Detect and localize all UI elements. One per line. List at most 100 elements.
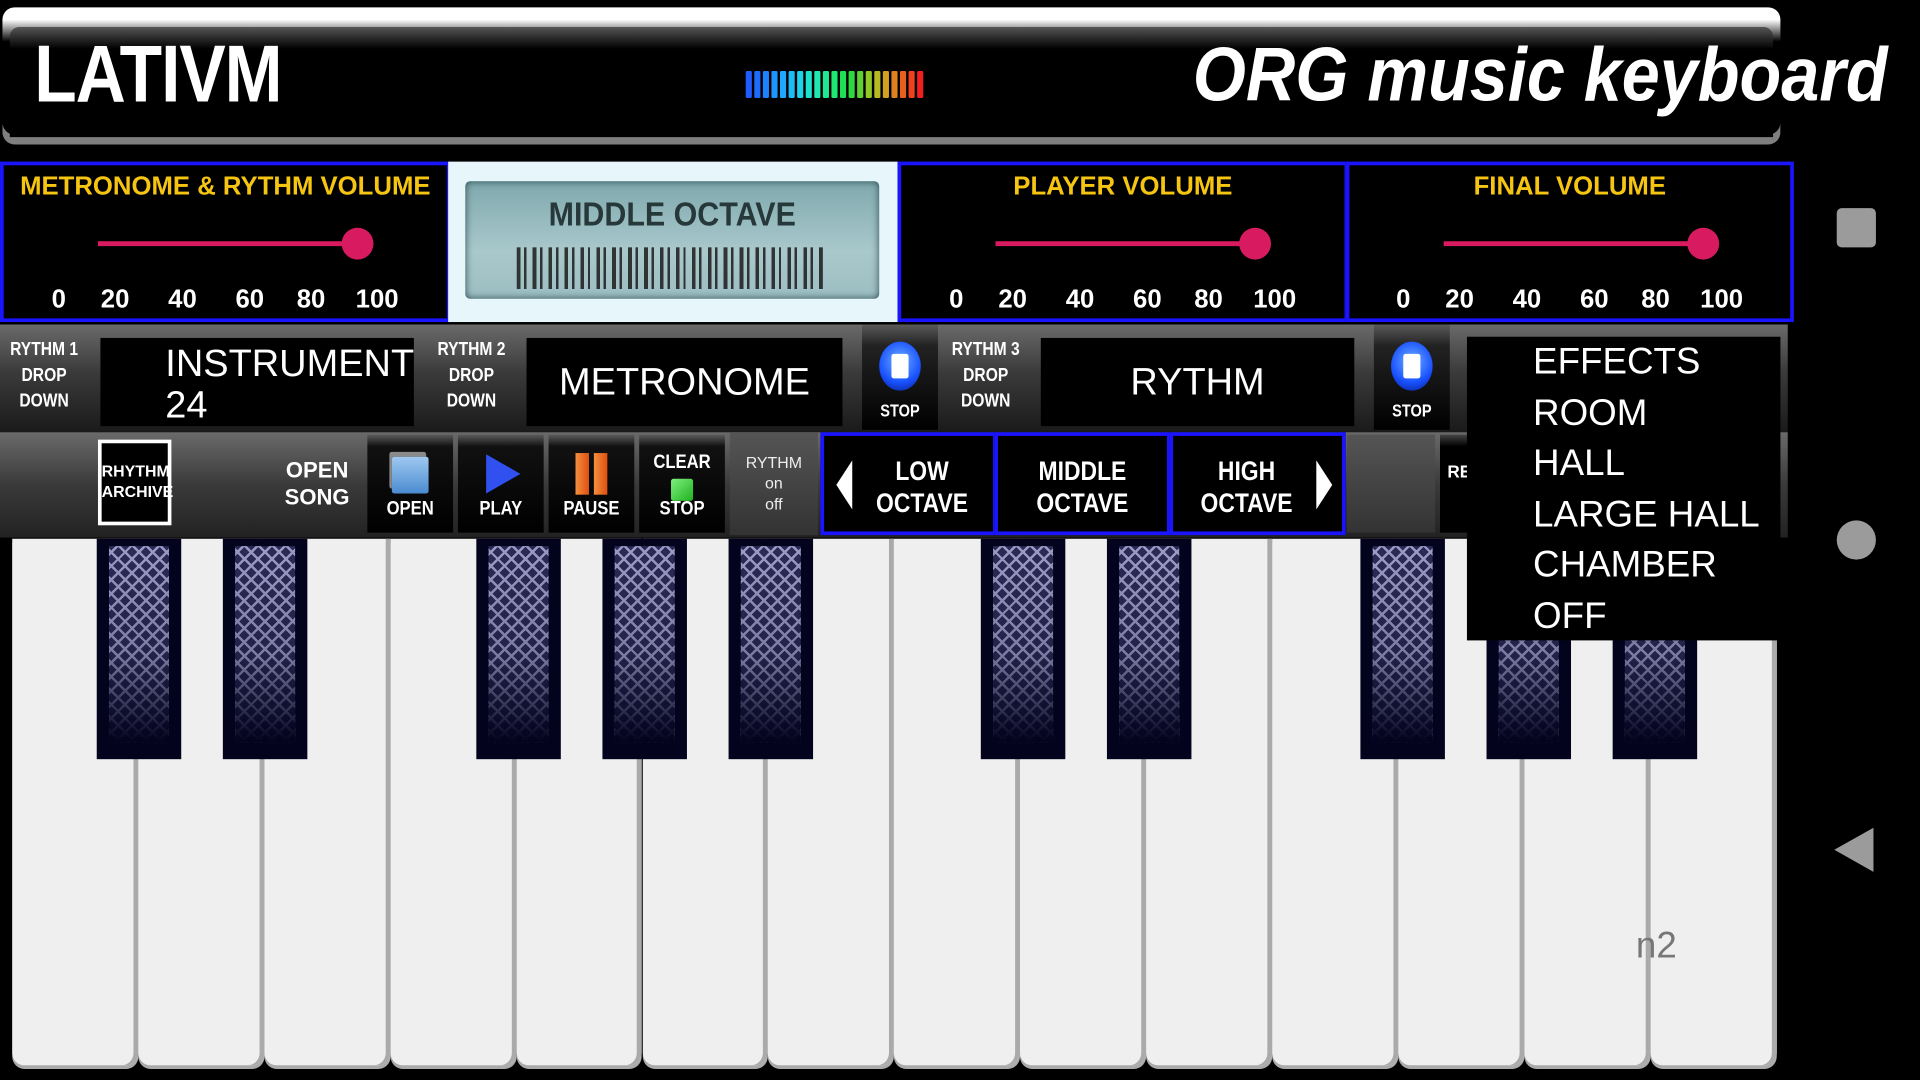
effects-menu-item-chamber[interactable]: CHAMBER xyxy=(1467,540,1780,591)
effects-dropdown-menu: EFFECTS ROOM HALL LARGE HALL CHAMBER OFF xyxy=(1466,336,1781,642)
vu-bar xyxy=(814,71,821,98)
black-key[interactable] xyxy=(96,538,182,760)
volume-tick-label: 60 xyxy=(1133,285,1162,314)
volume-tick-label: 0 xyxy=(51,285,66,314)
metronome-volume-slider[interactable] xyxy=(97,227,374,260)
vu-bar xyxy=(822,71,829,98)
volume-tick-label: 40 xyxy=(168,285,197,314)
play-button[interactable]: PLAY xyxy=(457,434,544,533)
metronome-rythm-volume-panel: METRONOME & RYTHM VOLUME 0 20 40 60 80 100 xyxy=(0,161,451,323)
label-line: DROP xyxy=(448,364,494,386)
label-line: ARCHIVE xyxy=(101,482,174,501)
black-key[interactable] xyxy=(1106,538,1192,760)
label-line: DOWN xyxy=(19,390,69,412)
label-line: MIDDLE xyxy=(1038,455,1127,487)
effects-menu-item-hall[interactable]: HALL xyxy=(1467,439,1780,490)
label-line: RYTHM 3 xyxy=(951,339,1020,361)
stop-label: STOP xyxy=(659,498,705,520)
high-octave-button[interactable]: HIGH OCTAVE xyxy=(1169,432,1346,536)
vu-bar xyxy=(788,71,795,98)
slider-thumb[interactable] xyxy=(1239,227,1272,260)
black-key[interactable] xyxy=(1360,538,1445,760)
play-label: PLAY xyxy=(479,498,523,520)
vu-bar xyxy=(891,71,898,98)
vu-bar xyxy=(797,71,804,98)
instrument-dropdown[interactable]: INSTRUMENT 24 xyxy=(100,337,415,427)
vu-bar xyxy=(874,71,881,98)
label-line: SONG xyxy=(284,484,350,510)
volume-tick-label: 0 xyxy=(949,285,964,314)
metronome-stop-button[interactable]: STOP xyxy=(862,324,938,430)
label-line: DROP xyxy=(963,364,1009,386)
label-line: RYTHM 2 xyxy=(437,339,506,361)
pause-icon-bar xyxy=(593,453,608,495)
rythm-stop-button[interactable]: STOP xyxy=(1373,324,1450,430)
chevron-right-icon xyxy=(1316,460,1333,510)
rhythm-archive-button[interactable]: RHYTHM ARCHIVE xyxy=(97,439,174,526)
stop-icon xyxy=(879,341,921,391)
black-key[interactable] xyxy=(980,538,1066,760)
rythm-on-off-toggle[interactable]: RYTHM on off xyxy=(729,432,818,536)
key-pattern xyxy=(614,546,675,743)
vu-bar xyxy=(917,71,924,98)
folder-icon xyxy=(391,456,429,494)
back-icon[interactable] xyxy=(1834,827,1874,872)
vu-bar xyxy=(848,71,855,98)
key-pattern xyxy=(993,546,1054,743)
pause-button[interactable]: PAUSE xyxy=(548,434,635,533)
rythm1-dropdown-label[interactable]: RYTHM 1 DROP DOWN xyxy=(9,337,80,414)
player-volume-slider[interactable] xyxy=(995,227,1272,260)
instrument-name: INSTRUMENT xyxy=(165,341,415,385)
vu-bar xyxy=(754,71,761,98)
vu-bar xyxy=(900,71,907,98)
slider-thumb[interactable] xyxy=(1687,227,1720,260)
volume-tick-label: 20 xyxy=(100,285,130,314)
label-line: on xyxy=(765,473,783,493)
lcd-screen: MIDDLE OCTAVE xyxy=(465,181,880,299)
effects-menu-item-large-hall[interactable]: LARGE HALL xyxy=(1467,490,1780,541)
final-volume-panel: FINAL VOLUME 0 20 40 60 80 100 xyxy=(1345,161,1794,323)
label-line: DROP xyxy=(21,364,67,386)
volume-title: METRONOME & RYTHM VOLUME xyxy=(20,172,431,201)
volume-tick-label: 80 xyxy=(1194,285,1223,314)
volume-tick-label: 60 xyxy=(235,285,265,314)
clear-label: CLEAR xyxy=(653,451,711,473)
vu-bar xyxy=(882,71,889,98)
rythm3-dropdown-label[interactable]: RYTHM 3 DROP DOWN xyxy=(949,337,1022,414)
effects-menu-item-off[interactable]: OFF xyxy=(1467,591,1780,642)
key-pattern xyxy=(108,546,169,743)
final-volume-slider[interactable] xyxy=(1443,227,1720,260)
vu-bar xyxy=(745,71,752,98)
slider-thumb[interactable] xyxy=(341,227,374,260)
label-line: DOWN xyxy=(446,390,497,412)
middle-octave-button[interactable]: MIDDLE OCTAVE xyxy=(994,432,1171,536)
label-line: OCTAVE xyxy=(1200,487,1293,518)
recents-icon[interactable] xyxy=(1836,208,1876,248)
key-pattern xyxy=(488,546,549,743)
clear-stop-button[interactable]: CLEAR STOP xyxy=(639,434,725,533)
vu-bar xyxy=(805,71,812,98)
rythm2-dropdown-label[interactable]: RYTHM 2 DROP DOWN xyxy=(435,337,508,414)
black-key[interactable] xyxy=(728,538,814,760)
metronome-dropdown[interactable]: METRONOME xyxy=(526,337,843,427)
home-icon[interactable] xyxy=(1836,520,1876,560)
instrument-number: 24 xyxy=(165,383,208,427)
chevron-left-icon xyxy=(836,460,853,510)
low-octave-button[interactable]: LOW OCTAVE xyxy=(820,432,997,536)
black-key[interactable] xyxy=(476,538,561,760)
vu-bar xyxy=(780,71,787,98)
app-screen: LATIVM ORG music keyboard METRONOME & RY… xyxy=(0,0,1920,1080)
black-key[interactable] xyxy=(602,538,687,760)
key-pattern xyxy=(740,546,801,743)
label-line: DOWN xyxy=(960,390,1011,412)
open-button[interactable]: OPEN xyxy=(367,434,454,533)
black-key[interactable] xyxy=(222,538,308,760)
rythm-dropdown[interactable]: RYTHM xyxy=(1040,337,1355,427)
effects-menu-item-room[interactable]: ROOM xyxy=(1467,388,1780,439)
effects-menu-item-effects[interactable]: EFFECTS xyxy=(1467,337,1780,388)
volume-scale: 0 20 40 60 80 100 xyxy=(1349,285,1790,314)
volume-scale: 0 20 40 60 80 100 xyxy=(901,285,1344,314)
blank-button[interactable] xyxy=(1346,434,1436,533)
open-label: OPEN xyxy=(386,498,434,520)
stop-label: STOP xyxy=(880,400,920,421)
